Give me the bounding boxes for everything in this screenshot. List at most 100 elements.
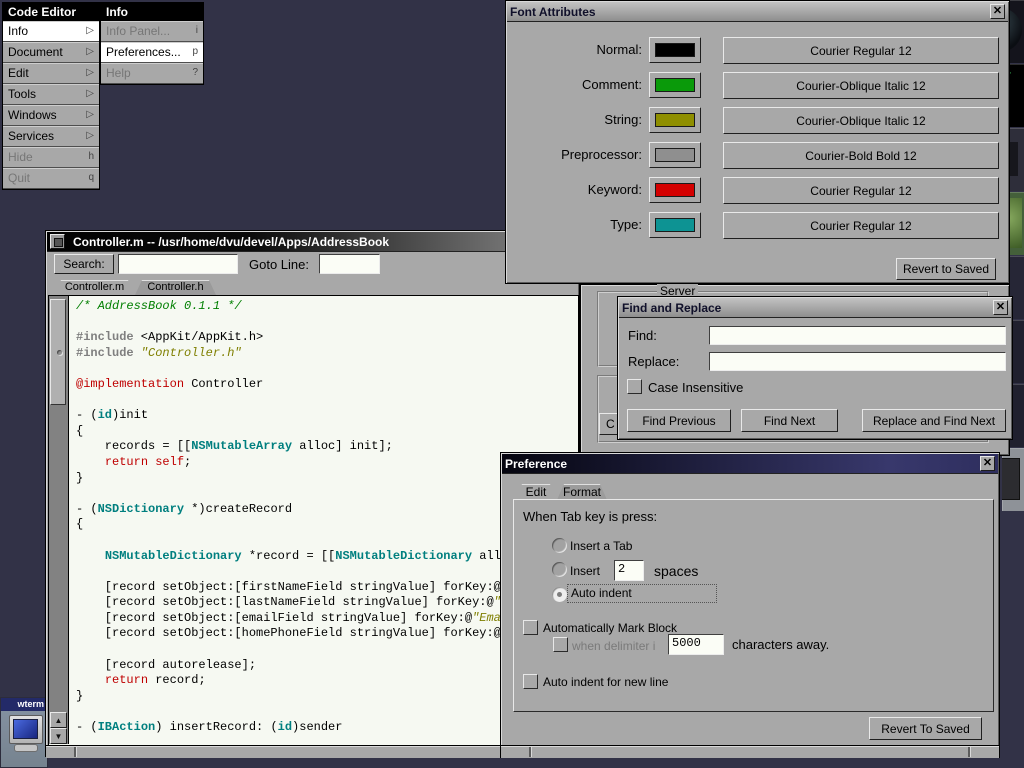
goto-line-label: Goto Line: (249, 257, 309, 272)
color-swatch-button[interactable] (649, 37, 701, 63)
menu-item-help[interactable]: Help? (101, 63, 203, 84)
attr-label: String: (506, 112, 642, 127)
scroll-down-arrow[interactable]: ▼ (50, 728, 67, 744)
miniaturize-button[interactable] (50, 234, 65, 249)
color-swatch (655, 43, 695, 57)
menu-item-info-panel[interactable]: Info Panel...i (101, 21, 203, 42)
attr-label: Comment: (506, 77, 642, 92)
menu-item-windows[interactable]: Windows▷ (3, 105, 99, 126)
attr-label: Keyword: (506, 182, 642, 197)
code-line (76, 315, 578, 331)
search-input[interactable] (118, 254, 238, 274)
radio-insert-spaces-label: Insert (570, 564, 600, 578)
menu-item-preferences[interactable]: Preferences...p (101, 42, 203, 63)
color-swatch-button[interactable] (649, 142, 701, 168)
replace-input[interactable] (709, 352, 1006, 371)
shortcut-key: h (88, 148, 94, 167)
color-swatch (655, 183, 695, 197)
find-previous-button[interactable]: Find Previous (627, 409, 731, 432)
color-swatch-button[interactable] (649, 212, 701, 238)
menu-item-tools[interactable]: Tools▷ (3, 84, 99, 105)
auto-indent-newline-checkbox[interactable] (523, 674, 538, 689)
miniwindow-wterm[interactable]: wterm (0, 697, 48, 768)
editor-titlebar[interactable]: Controller.m -- /usr/home/dvu/devel/Apps… (47, 232, 578, 252)
menu-item-edit[interactable]: Edit▷ (3, 63, 99, 84)
spaces-count-input[interactable]: 2 (614, 560, 644, 581)
delimiter-label: when delimiter i (572, 639, 655, 653)
code-line: - (id)init (76, 408, 578, 424)
font-select-button[interactable]: Courier Regular 12 (723, 37, 999, 64)
code-line (76, 361, 578, 377)
code-line: /* AddressBook 0.1.1 */ (76, 299, 578, 315)
scroll-up-arrow[interactable]: ▲ (50, 712, 67, 728)
code-line (76, 393, 578, 409)
editor-title: Controller.m -- /usr/home/dvu/devel/Apps… (73, 235, 389, 249)
menu-title: Code Editor (3, 3, 99, 21)
color-swatch (655, 218, 695, 232)
font-attr-row-keyword: Keyword: Courier Regular 12 (506, 177, 1009, 205)
color-swatch (655, 78, 695, 92)
preference-titlebar[interactable]: Preference ✕ (502, 454, 998, 474)
revert-to-saved-button[interactable]: Revert To Saved (869, 717, 982, 740)
preference-window: Preference ✕ Edit Format When Tab key is… (500, 452, 1000, 758)
mark-block-checkbox[interactable] (523, 620, 538, 635)
color-swatch (655, 113, 695, 127)
delimiter-checkbox[interactable] (553, 637, 568, 652)
case-insensitive-checkbox[interactable] (627, 379, 642, 394)
tab-controller-h[interactable]: Controller.h (135, 280, 216, 295)
radio-insert-tab-label: Insert a Tab (570, 539, 632, 553)
miniwindow-label: wterm (1, 698, 47, 711)
font-select-button[interactable]: Courier-Bold Bold 12 (723, 142, 999, 169)
replace-and-find-next-button[interactable]: Replace and Find Next (862, 409, 1006, 432)
color-swatch-button[interactable] (649, 107, 701, 133)
tab-format[interactable]: Format (557, 484, 607, 500)
goto-line-input[interactable] (319, 254, 380, 274)
submenu-arrow-icon: ▷ (86, 106, 94, 125)
radio-auto-indent[interactable] (552, 587, 567, 602)
find-next-button[interactable]: Find Next (741, 409, 838, 432)
code-line: #include "Controller.h" (76, 346, 578, 362)
search-button[interactable]: Search: (54, 254, 114, 274)
delimiter-count-input[interactable]: 5000 (668, 634, 724, 655)
submenu-arrow-icon: ▷ (86, 22, 94, 41)
color-swatch-button[interactable] (649, 177, 701, 203)
mark-block-label: Automatically Mark Block (543, 621, 677, 635)
vertical-scrollbar[interactable]: ▲ ▼ (49, 296, 69, 744)
code-line: { (76, 424, 578, 440)
terminal-monitor-icon (9, 715, 43, 744)
font-select-button[interactable]: Courier-Oblique Italic 12 (723, 107, 999, 134)
tab-edit[interactable]: Edit (515, 484, 557, 500)
menu-item-hide[interactable]: Hideh (3, 147, 99, 168)
radio-insert-tab[interactable] (552, 538, 567, 553)
font-attr-row-preprocessor: Preprocessor:Courier-Bold Bold 12 (506, 142, 1009, 170)
menu-item-info[interactable]: Info▷ (3, 21, 99, 42)
close-icon[interactable]: ✕ (993, 300, 1008, 315)
font-select-button[interactable]: Courier Regular 12 (723, 212, 999, 239)
font-select-button[interactable]: Courier Regular 12 (723, 177, 999, 204)
find-replace-titlebar[interactable]: Find and Replace ✕ (619, 298, 1011, 318)
auto-indent-newline-label: Auto indent for new line (543, 675, 668, 689)
radio-insert-spaces[interactable] (552, 562, 567, 577)
scrollbar-knob[interactable] (50, 299, 66, 405)
revert-to-saved-button[interactable]: Revert to Saved (896, 258, 996, 280)
radio-auto-indent-label[interactable]: Auto indent (567, 584, 717, 603)
close-icon[interactable]: ✕ (980, 456, 995, 471)
dock-tile-7[interactable] (1002, 448, 1024, 511)
font-select-button[interactable]: Courier-Oblique Italic 12 (723, 72, 999, 99)
find-input[interactable] (709, 326, 1006, 345)
drawer-icon (1002, 458, 1020, 500)
menu-item-document[interactable]: Document▷ (3, 42, 99, 63)
font-attr-row-comment: Comment: Courier-Oblique Italic 12 (506, 72, 1009, 100)
tab-controller-m[interactable]: Controller.m (54, 280, 135, 295)
shortcut-key: ? (192, 64, 198, 83)
preference-resize-bar[interactable] (501, 745, 999, 758)
shortcut-key: q (88, 169, 94, 188)
menu-item-quit[interactable]: Quitq (3, 168, 99, 189)
color-swatch (655, 148, 695, 162)
submenu-arrow-icon: ▷ (86, 127, 94, 146)
case-insensitive-label: Case Insensitive (648, 380, 743, 395)
font-attribute-rows: Normal:Courier Regular 12Comment:Courier… (506, 1, 1009, 283)
color-swatch-button[interactable] (649, 72, 701, 98)
find-label: Find: (628, 328, 657, 343)
menu-item-services[interactable]: Services▷ (3, 126, 99, 147)
